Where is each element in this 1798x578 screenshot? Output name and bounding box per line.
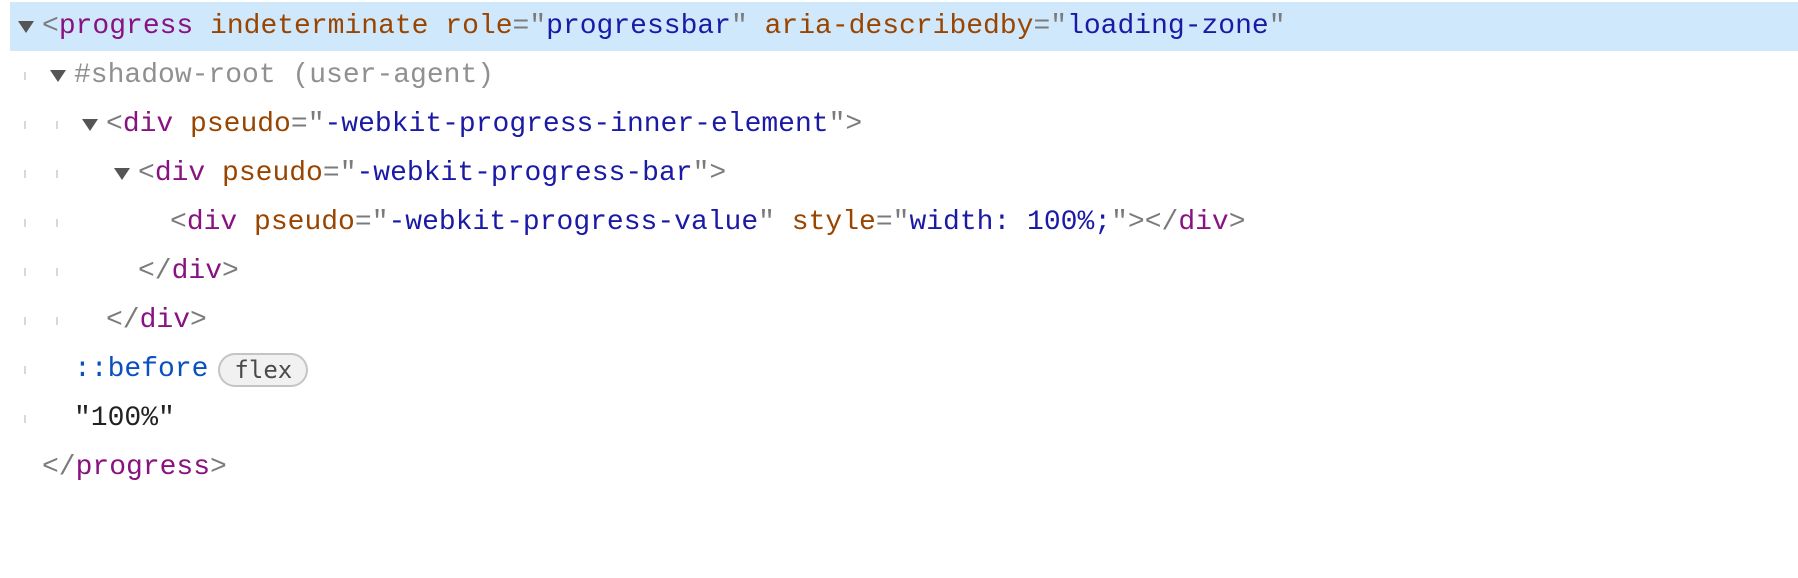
dom-node-progress[interactable]: <progress indeterminate role="progressba…	[10, 2, 1798, 51]
angle-bracket-open: <	[138, 158, 155, 189]
node-content: ::before	[74, 345, 208, 394]
angle-bracket-open: <	[170, 207, 187, 238]
close-tag-name: div	[140, 305, 190, 336]
node-content: </div>	[138, 247, 239, 296]
disclosure-triangle-icon[interactable]	[106, 164, 138, 184]
angle-bracket-close: >	[1128, 207, 1145, 238]
node-content: <div pseudo="-webkit-progress-inner-elem…	[106, 100, 862, 149]
angle-bracket-open: <	[42, 11, 59, 42]
attr-value: progressbar	[546, 11, 731, 42]
attr-name: role	[445, 11, 512, 42]
close-tag-open: </	[1145, 207, 1179, 238]
close-tag-name: progress	[76, 452, 210, 483]
quote: "	[1269, 11, 1286, 42]
attr-name: style	[792, 207, 876, 238]
angle-bracket-open: <	[106, 109, 123, 140]
dom-node-pseudo-before[interactable]: ::before flex	[10, 345, 1798, 394]
tag-name: progress	[59, 11, 193, 42]
attr-name: pseudo	[190, 109, 291, 140]
quote: "	[829, 109, 846, 140]
quote: "	[1050, 11, 1067, 42]
close-tag-end: >	[1229, 207, 1246, 238]
quote: "	[758, 207, 775, 238]
node-content: <div pseudo="-webkit-progress-bar">	[138, 149, 726, 198]
disclosure-triangle-icon[interactable]	[42, 66, 74, 86]
node-content: <div pseudo="-webkit-progress-value" sty…	[170, 198, 1246, 247]
text-node: "100%"	[74, 394, 175, 443]
dom-node-shadow-root[interactable]: #shadow-root (user-agent)	[10, 51, 1798, 100]
attr-name: pseudo	[254, 207, 355, 238]
attr-value: -webkit-progress-value	[389, 207, 759, 238]
close-tag-open: </	[42, 452, 76, 483]
pseudo-selector: ::before	[74, 354, 208, 385]
tag-name: div	[155, 158, 205, 189]
quote: "	[893, 207, 910, 238]
node-content: <progress indeterminate role="progressba…	[42, 2, 1286, 51]
close-tag-name: div	[1178, 207, 1228, 238]
attr-value: width: 100%;	[909, 207, 1111, 238]
close-tag-end: >	[222, 256, 239, 287]
quote: "	[529, 11, 546, 42]
quote: "	[731, 11, 748, 42]
attr-value: loading-zone	[1067, 11, 1269, 42]
shadow-root-label: #shadow-root (user-agent)	[74, 51, 494, 100]
disclosure-triangle-icon[interactable]	[10, 17, 42, 37]
dom-node-div-progress-value[interactable]: <div pseudo="-webkit-progress-value" sty…	[10, 198, 1798, 247]
node-content: </progress>	[42, 443, 227, 492]
equals: =	[355, 207, 372, 238]
angle-bracket-close: >	[709, 158, 726, 189]
display-badge[interactable]: flex	[218, 353, 308, 387]
equals: =	[876, 207, 893, 238]
tag-name: div	[123, 109, 173, 140]
attr-name: pseudo	[222, 158, 323, 189]
quote: "	[308, 109, 325, 140]
dom-node-close-progress[interactable]: </progress>	[10, 443, 1798, 492]
equals: =	[513, 11, 530, 42]
attr-name: indeterminate	[210, 11, 428, 42]
quote: "	[1111, 207, 1128, 238]
quote: "	[340, 158, 357, 189]
equals: =	[291, 109, 308, 140]
angle-bracket-close: >	[845, 109, 862, 140]
equals: =	[323, 158, 340, 189]
disclosure-triangle-icon[interactable]	[74, 115, 106, 135]
attr-name: aria-describedby	[765, 11, 1034, 42]
dom-node-close-div[interactable]: </div>	[10, 247, 1798, 296]
close-tag-open: </	[106, 305, 140, 336]
close-tag-open: </	[138, 256, 172, 287]
dom-node-close-div[interactable]: </div>	[10, 296, 1798, 345]
close-tag-end: >	[210, 452, 227, 483]
attr-value: -webkit-progress-bar	[357, 158, 693, 189]
dom-tree[interactable]: <progress indeterminate role="progressba…	[0, 0, 1798, 494]
dom-node-text[interactable]: "100%"	[10, 394, 1798, 443]
quote: "	[372, 207, 389, 238]
node-content: </div>	[106, 296, 207, 345]
close-tag-end: >	[190, 305, 207, 336]
dom-node-div-progress-bar[interactable]: <div pseudo="-webkit-progress-bar">	[10, 149, 1798, 198]
tag-name: div	[187, 207, 237, 238]
close-tag-name: div	[172, 256, 222, 287]
attr-value: -webkit-progress-inner-element	[325, 109, 829, 140]
dom-node-div-inner-element[interactable]: <div pseudo="-webkit-progress-inner-elem…	[10, 100, 1798, 149]
equals: =	[1033, 11, 1050, 42]
quote: "	[693, 158, 710, 189]
